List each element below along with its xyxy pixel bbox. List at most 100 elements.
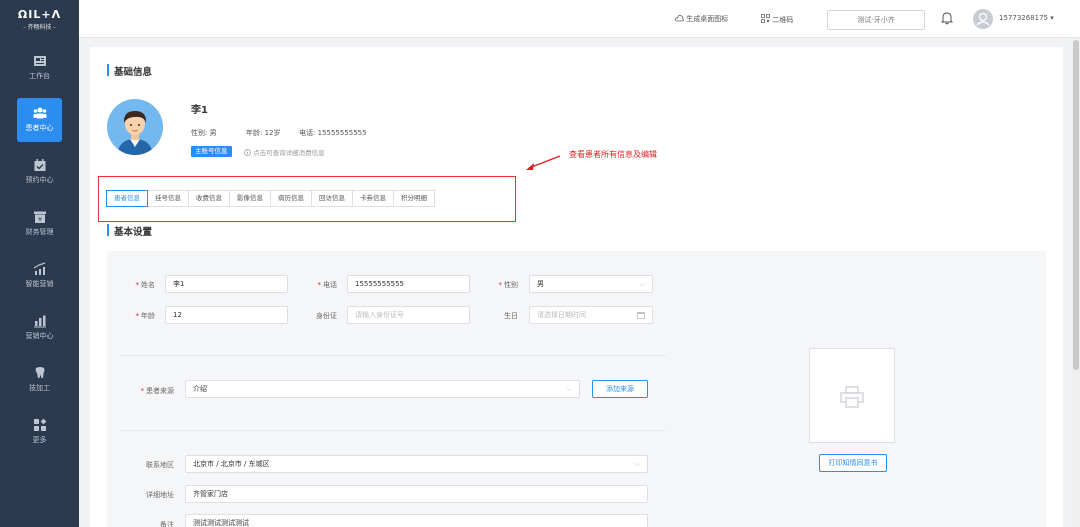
id-card-label: 身份证 <box>316 312 337 320</box>
tab-points[interactable]: 积分明细 <box>394 190 435 207</box>
qrcode-label: 二维码 <box>772 16 794 24</box>
sidebar-item-marketing-center[interactable]: 营销中心 <box>0 310 79 362</box>
dashboard-icon <box>33 56 46 66</box>
gender-label: * 性别 <box>498 281 519 289</box>
annotation-arrow <box>526 155 561 170</box>
logo-company: - 齐畅科技 - <box>23 24 56 31</box>
main-account-badge[interactable]: 主账号信息 <box>191 146 232 157</box>
qrcode-icon <box>761 14 770 23</box>
sidebar-item-label: 财务管理 <box>25 228 54 236</box>
qrcode-button[interactable]: 二维码 <box>761 14 793 25</box>
tab-registration[interactable]: 挂号信息 <box>148 190 189 207</box>
patient-avatar-icon <box>117 111 153 155</box>
section-title-basic-settings: 基本设置 <box>107 224 152 238</box>
chart-icon <box>33 315 46 328</box>
source-label: * 患者来源 <box>140 387 175 395</box>
sidebar-item-label: 患者中心 <box>25 124 54 132</box>
gender-value: 男 <box>537 280 544 288</box>
svg-text:¥: ¥ <box>38 217 42 224</box>
sidebar-item-appointments[interactable]: 预约中心 <box>0 154 79 206</box>
birthday-label: 生日 <box>504 312 518 320</box>
scrollbar-thumb[interactable] <box>1073 40 1079 370</box>
print-consent-button[interactable]: 打印知情同意书 <box>819 454 887 472</box>
tab-medical-records[interactable]: 病历信息 <box>271 190 312 207</box>
main-panel: 基础信息 李1 性别: 男 年龄: 12岁 电话: 15555555555 主账… <box>90 47 1063 527</box>
birthday-picker[interactable]: 请选择日期时间 <box>529 306 653 324</box>
consumption-hint[interactable]: 点击可查询详细消费信息 <box>244 147 325 157</box>
cloud-icon <box>675 15 685 22</box>
sidebar-item-label: 技加工 <box>29 384 50 392</box>
form-divider <box>120 355 666 356</box>
region-value: 北京市 / 北京市 / 东城区 <box>193 460 270 468</box>
calendar-icon <box>637 312 645 319</box>
tab-patient-info[interactable]: 患者信息 <box>106 190 148 207</box>
phone-label: * 电话 <box>317 281 338 289</box>
user-phone-menu[interactable]: 15773268175 ▾ <box>999 14 1054 22</box>
sidebar-nav: 工作台 患者中心 预约中心 ¥ 财务管理 智能营销 营销中心 技加工 更多 <box>0 50 79 466</box>
region-select[interactable]: 北京市 / 北京市 / 东城区 ⌵ <box>185 455 648 473</box>
patient-name: 李1 <box>191 105 208 116</box>
sidebar-item-label: 智能营销 <box>25 280 54 288</box>
user-avatar[interactable] <box>973 9 993 29</box>
birthday-placeholder: 请选择日期时间 <box>537 311 586 319</box>
user-icon <box>976 12 990 26</box>
source-value: 介绍 <box>193 385 207 393</box>
page-scrollbar[interactable] <box>1072 38 1080 527</box>
more-icon <box>33 418 46 431</box>
top-bar: 生成桌面图标 二维码 测试-牙小齐 15773268175 ▾ <box>79 0 1080 38</box>
consent-form-preview <box>809 348 895 443</box>
desktop-icon-button[interactable]: 生成桌面图标 <box>675 14 728 24</box>
patient-tabs: 患者信息 挂号信息 收费信息 影像信息 病历信息 回访信息 卡券信息 积分明细 <box>106 190 435 207</box>
chevron-down-icon: ⌵ <box>639 280 645 288</box>
patient-avatar <box>107 99 163 155</box>
logo-brand: ΩIL+Λ <box>17 8 62 21</box>
section-title-basic-info: 基础信息 <box>107 64 152 78</box>
phone-input[interactable]: 15555555555 <box>347 275 470 293</box>
patients-icon <box>33 107 46 119</box>
sidebar-item-label: 预约中心 <box>25 176 54 184</box>
tab-charges[interactable]: 收费信息 <box>189 190 230 207</box>
name-input[interactable]: 李1 <box>165 275 288 293</box>
note-input[interactable]: 测试测试测试测试 <box>185 514 648 527</box>
sidebar: ΩIL+Λ - 齐畅科技 - 工作台 患者中心 预约中心 ¥ 财务管理 智能营销… <box>0 0 79 527</box>
marketing-icon <box>33 262 45 275</box>
clinic-selector[interactable]: 测试-牙小齐 <box>827 10 925 30</box>
source-select[interactable]: 介绍 ⌵ <box>185 380 580 398</box>
patient-phone: 电话: 15555555555 <box>299 129 367 137</box>
tab-imaging[interactable]: 影像信息 <box>230 190 271 207</box>
form-divider <box>120 430 666 431</box>
consumption-hint-text: 点击可查询详细消费信息 <box>253 149 325 157</box>
chevron-down-icon: ⌵ <box>634 460 640 468</box>
sidebar-item-finance[interactable]: ¥ 财务管理 <box>0 206 79 258</box>
sidebar-item-label: 更多 <box>32 436 47 444</box>
note-label: 备注 <box>160 521 174 527</box>
tab-coupons[interactable]: 卡券信息 <box>353 190 394 207</box>
annotation-text: 查看患者所有信息及编辑 <box>569 150 657 159</box>
sidebar-item-label: 营销中心 <box>25 332 54 340</box>
calendar-icon <box>34 159 45 171</box>
region-label: 联系地区 <box>146 461 174 469</box>
desktop-icon-label: 生成桌面图标 <box>686 15 729 23</box>
gender-select[interactable]: 男 ⌵ <box>529 275 653 293</box>
id-card-input[interactable]: 请输入身份证号 <box>347 306 470 324</box>
sidebar-item-label: 工作台 <box>29 72 50 80</box>
sidebar-item-smart-marketing[interactable]: 智能营销 <box>0 258 79 310</box>
name-label: * 姓名 <box>135 281 156 289</box>
add-source-button[interactable]: 添加来源 <box>592 380 648 398</box>
tooth-icon <box>35 367 44 378</box>
printer-icon <box>840 386 864 408</box>
chevron-down-icon: ⌵ <box>566 385 572 393</box>
info-icon <box>244 149 251 156</box>
address-input[interactable]: 齐管家门店 <box>185 485 648 503</box>
address-label: 详细地址 <box>146 491 174 499</box>
sidebar-item-patients[interactable]: 患者中心 <box>0 98 79 154</box>
patient-gender: 性别: 男 <box>191 129 217 137</box>
sidebar-item-lab-processing[interactable]: 技加工 <box>0 362 79 414</box>
sidebar-item-workbench[interactable]: 工作台 <box>0 50 79 102</box>
age-input[interactable]: 12 <box>165 306 288 324</box>
patient-age: 年龄: 12岁 <box>246 129 281 137</box>
tab-follow-up[interactable]: 回访信息 <box>312 190 353 207</box>
sidebar-item-more[interactable]: 更多 <box>0 414 79 466</box>
bell-icon[interactable] <box>941 11 953 25</box>
logo[interactable]: ΩIL+Λ - 齐畅科技 - <box>0 0 79 38</box>
